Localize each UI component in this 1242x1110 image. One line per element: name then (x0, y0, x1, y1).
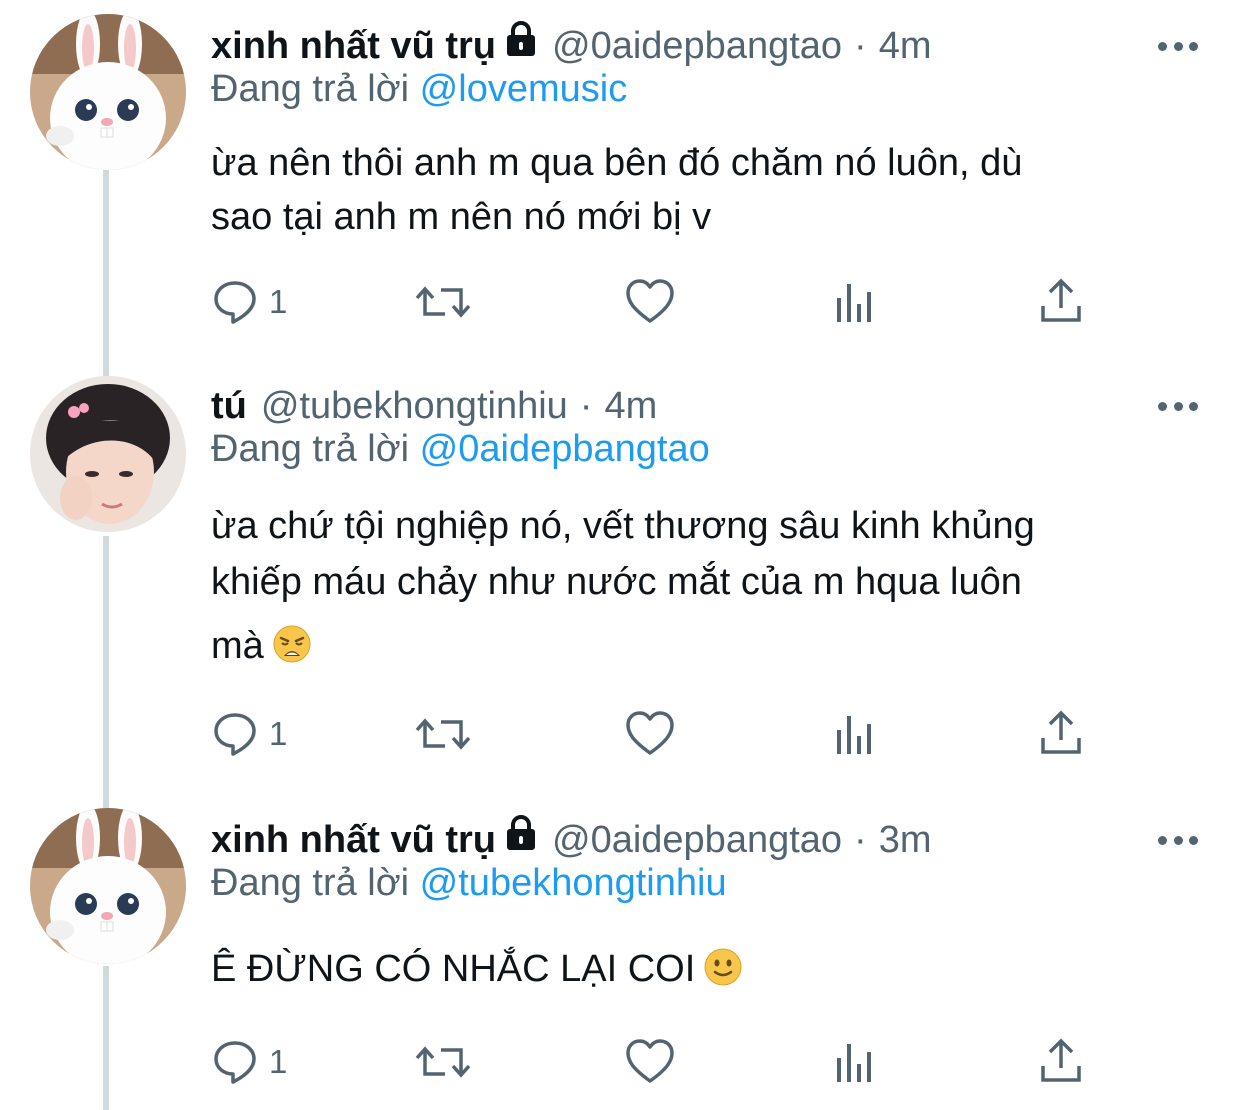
share-button[interactable] (1039, 274, 1083, 330)
views-button[interactable] (835, 706, 879, 762)
retweet-button[interactable] (415, 706, 471, 762)
tweet-text-line: ừa nên thôi anh m qua bên đó chăm nó luô… (211, 142, 1023, 184)
views-button[interactable] (835, 1034, 879, 1090)
thread-line (103, 536, 109, 810)
retweet-icon (415, 286, 471, 318)
more-icon[interactable] (1158, 832, 1198, 848)
reply-prefix: Đang trả lời (211, 68, 410, 110)
views-icon (837, 284, 871, 322)
reply-button[interactable]: 1 (211, 1034, 287, 1090)
tweet-actions: 1 (211, 706, 1111, 762)
reply-mention[interactable]: @tubekhongtinhiu (420, 862, 727, 904)
share-icon (1041, 278, 1081, 322)
more-icon[interactable] (1158, 398, 1198, 414)
separator: · (854, 819, 867, 861)
avatar[interactable] (30, 14, 186, 170)
like-icon (626, 1039, 674, 1083)
like-button[interactable] (625, 1034, 675, 1090)
views-button[interactable] (835, 274, 879, 330)
reply-button[interactable]: 1 (211, 706, 287, 762)
person-avatar-image (30, 376, 186, 532)
share-icon (1041, 1038, 1081, 1082)
reply-mention[interactable]: @0aidepbangtao (420, 428, 710, 470)
views-icon (837, 1044, 871, 1082)
slightly-smiling-face-emoji (703, 947, 743, 1002)
reply-context: Đang trả lời @tubekhongtinhiu (211, 858, 727, 908)
reply-count: 1 (269, 283, 288, 320)
share-button[interactable] (1039, 706, 1083, 762)
reply-prefix: Đang trả lời (211, 428, 410, 470)
tweet-text-line: mà (211, 625, 264, 667)
reply-mention[interactable]: @lovemusic (420, 68, 628, 110)
views-icon (837, 716, 871, 754)
like-button[interactable] (625, 274, 675, 330)
thread-line (103, 168, 109, 378)
retweet-icon (415, 718, 471, 750)
share-button[interactable] (1039, 1034, 1083, 1090)
retweet-button[interactable] (415, 1034, 471, 1090)
tweet-actions: 1 (211, 1034, 1111, 1090)
retweet-button[interactable] (415, 274, 471, 330)
avatar[interactable] (30, 376, 186, 532)
reply-context: Đang trả lời @0aidepbangtao (211, 424, 710, 474)
reply-context: Đang trả lời @lovemusic (211, 64, 627, 114)
tweet-text-line-last: Ê ĐỪNG CÓ NHẮC LẠI COI (211, 942, 1181, 1002)
reply-icon (214, 281, 256, 324)
like-icon (626, 279, 674, 323)
tweet-text-line: Ê ĐỪNG CÓ NHẮC LẠI COI (211, 948, 696, 990)
reply-icon (214, 713, 256, 756)
like-button[interactable] (625, 706, 675, 762)
reply-count: 1 (269, 1043, 288, 1080)
tweet-text: ừa chứ tội nghiệp nó, vết thương sâu kin… (211, 498, 1181, 680)
reply-icon (214, 1041, 256, 1084)
thread-line (103, 966, 109, 1110)
reply-count: 1 (269, 715, 288, 752)
tweet-text-line: khiếp máu chảy như nước mắt của m hqua l… (211, 561, 1022, 603)
avatar[interactable] (30, 808, 186, 964)
bunny-avatar-image (30, 14, 186, 170)
tweet-text-line-last: mà (211, 618, 1181, 680)
weary-face-emoji (272, 624, 312, 680)
share-icon (1041, 710, 1081, 754)
reply-prefix: Đang trả lời (211, 862, 410, 904)
tweet-text: Ê ĐỪNG CÓ NHẮC LẠI COI (211, 942, 1181, 1002)
reply-button[interactable]: 1 (211, 274, 287, 330)
timestamp[interactable]: 3m (879, 812, 932, 868)
like-icon (626, 711, 674, 755)
retweet-icon (415, 1046, 471, 1078)
tweet-text-line: ừa chứ tội nghiệp nó, vết thương sâu kin… (211, 505, 1035, 547)
tweet-actions: 1 (211, 274, 1111, 330)
tweet-text-line: sao tại anh m nên nó mới bị v (211, 196, 712, 238)
separator: · (854, 25, 867, 67)
tweet-text: ừa nên thôi anh m qua bên đó chăm nó luô… (211, 136, 1181, 244)
timestamp[interactable]: 4m (879, 18, 932, 74)
more-icon[interactable] (1158, 38, 1198, 54)
bunny-avatar-image (30, 808, 186, 964)
